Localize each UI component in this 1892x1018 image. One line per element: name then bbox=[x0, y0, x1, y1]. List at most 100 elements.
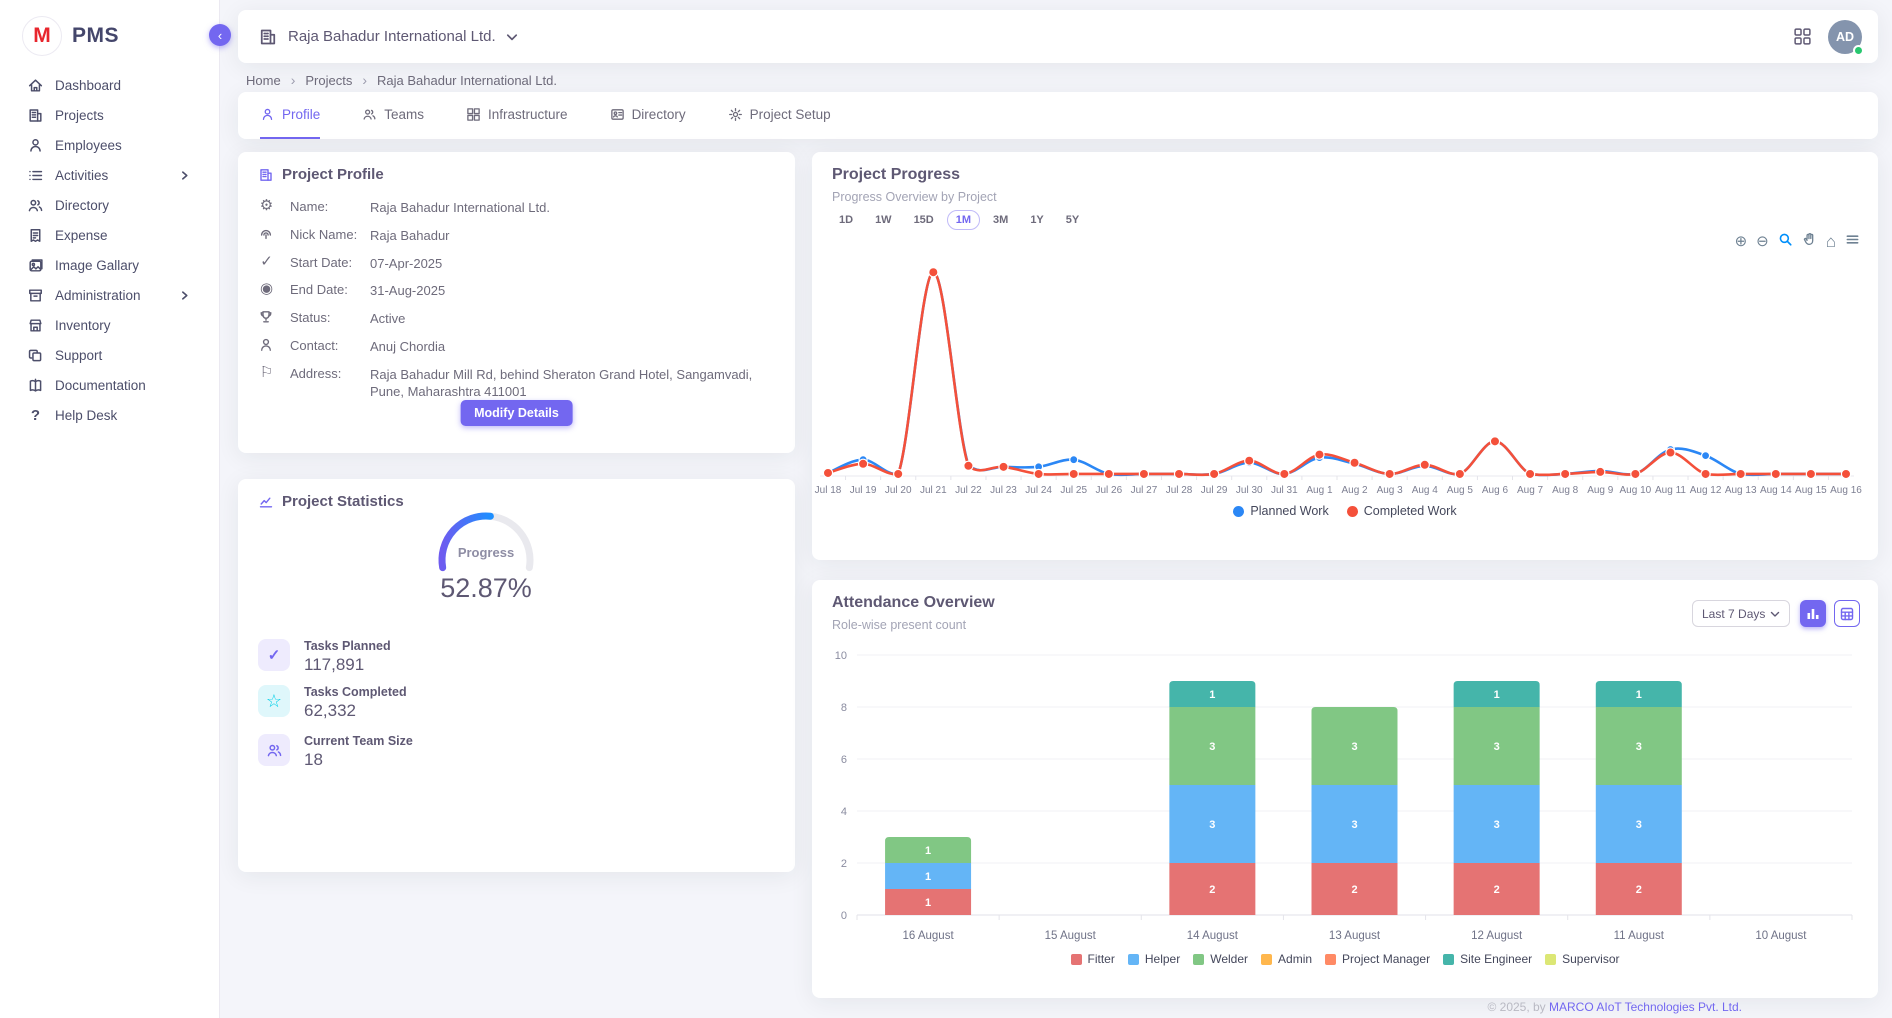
line-marker[interactable] bbox=[1701, 469, 1710, 478]
line-marker[interactable] bbox=[999, 462, 1008, 471]
modify-details-button[interactable]: Modify Details bbox=[460, 400, 573, 426]
legend-item[interactable]: Helper bbox=[1128, 952, 1180, 966]
line-marker[interactable] bbox=[894, 469, 903, 478]
company-selector[interactable]: Raja Bahadur International Ltd. bbox=[258, 27, 518, 47]
line-marker[interactable] bbox=[1210, 469, 1219, 478]
sidebar-item-help-desk[interactable]: ? Help Desk bbox=[0, 400, 219, 430]
tab-directory[interactable]: Directory bbox=[610, 92, 686, 139]
line-marker[interactable] bbox=[1631, 469, 1640, 478]
y-axis-label: 10 bbox=[835, 650, 847, 662]
line-marker[interactable] bbox=[1806, 469, 1815, 478]
line-marker[interactable] bbox=[823, 468, 832, 477]
sidebar-item-documentation[interactable]: Documentation bbox=[0, 370, 219, 400]
sidebar-item-employees[interactable]: Employees bbox=[0, 130, 219, 160]
line-marker[interactable] bbox=[1841, 469, 1850, 478]
line-marker[interactable] bbox=[929, 268, 938, 277]
apps-grid-icon[interactable] bbox=[1793, 27, 1812, 46]
line-marker[interactable] bbox=[1420, 460, 1429, 469]
sidebar-item-dashboard[interactable]: Dashboard bbox=[0, 70, 219, 100]
legend-item[interactable]: Supervisor bbox=[1545, 952, 1619, 966]
zoom-out-icon[interactable]: ⊖ bbox=[1756, 234, 1769, 249]
trophy-icon bbox=[258, 309, 280, 328]
line-marker[interactable] bbox=[1561, 469, 1570, 478]
line-marker[interactable] bbox=[1385, 469, 1394, 478]
line-marker[interactable] bbox=[1139, 469, 1148, 478]
x-axis-label: Jul 18 bbox=[815, 485, 842, 496]
progress-title: Project Progress bbox=[832, 166, 960, 184]
sidebar-item-expense[interactable]: Expense bbox=[0, 220, 219, 250]
line-marker[interactable] bbox=[1280, 469, 1289, 478]
x-axis-label: Jul 20 bbox=[885, 485, 912, 496]
sidebar-collapse-button[interactable]: ‹ bbox=[209, 24, 231, 46]
x-axis-label: 13 August bbox=[1329, 930, 1381, 942]
line-marker[interactable] bbox=[1315, 450, 1324, 459]
attendance-bar-chart: 024681011116 August15 August233114 Augus… bbox=[812, 650, 1878, 950]
pan-icon[interactable] bbox=[1802, 232, 1817, 250]
line-marker[interactable] bbox=[1455, 469, 1464, 478]
range-1d[interactable]: 1D bbox=[830, 210, 862, 230]
line-marker[interactable] bbox=[1490, 437, 1499, 446]
sidebar-item-support[interactable]: Support bbox=[0, 340, 219, 370]
tab-infrastructure[interactable]: Infrastructure bbox=[466, 92, 568, 139]
legend-item[interactable]: Completed Work bbox=[1347, 504, 1457, 518]
sidebar-item-projects[interactable]: Projects bbox=[0, 100, 219, 130]
line-marker[interactable] bbox=[1702, 452, 1710, 460]
line-marker[interactable] bbox=[1666, 448, 1675, 457]
line-marker[interactable] bbox=[1596, 467, 1605, 476]
range-15d[interactable]: 15D bbox=[905, 210, 943, 230]
tab-teams[interactable]: Teams bbox=[362, 92, 424, 139]
home-reset-icon[interactable]: ⌂ bbox=[1826, 233, 1836, 250]
line-marker[interactable] bbox=[1525, 469, 1534, 478]
x-axis-label: 14 August bbox=[1187, 930, 1239, 942]
x-axis-label: Aug 12 bbox=[1690, 485, 1722, 496]
user-avatar[interactable]: AD bbox=[1828, 20, 1862, 54]
range-5y[interactable]: 5Y bbox=[1057, 210, 1088, 230]
zoom-in-icon[interactable]: ⊕ bbox=[1735, 234, 1748, 249]
sidebar-item-administration[interactable]: Administration bbox=[0, 280, 219, 310]
tab-profile[interactable]: Profile bbox=[260, 92, 320, 139]
building-icon bbox=[258, 167, 274, 183]
company-name: Raja Bahadur International Ltd. bbox=[288, 28, 496, 45]
legend-item[interactable]: Project Manager bbox=[1325, 952, 1430, 966]
line-marker[interactable] bbox=[1070, 456, 1078, 464]
image-icon bbox=[27, 257, 44, 274]
footer-company-link[interactable]: MARCO AIoT Technologies Pvt. Ltd. bbox=[1549, 1000, 1742, 1014]
line-marker[interactable] bbox=[1069, 469, 1078, 478]
legend-item[interactable]: Site Engineer bbox=[1443, 952, 1532, 966]
sidebar-item-activities[interactable]: Activities bbox=[0, 160, 219, 190]
sidebar-item-image-gallery[interactable]: Image Gallary bbox=[0, 250, 219, 280]
line-marker[interactable] bbox=[964, 461, 973, 470]
sidebar-item-inventory[interactable]: Inventory bbox=[0, 310, 219, 340]
table-view-toggle[interactable] bbox=[1834, 600, 1860, 627]
selection-zoom-icon[interactable] bbox=[1778, 232, 1793, 250]
range-3m[interactable]: 3M bbox=[984, 210, 1017, 230]
line-marker[interactable] bbox=[859, 459, 868, 468]
chart-view-toggle[interactable] bbox=[1800, 600, 1826, 627]
legend-item[interactable]: Planned Work bbox=[1233, 504, 1328, 518]
legend-item[interactable]: Fitter bbox=[1071, 952, 1115, 966]
line-marker[interactable] bbox=[1245, 456, 1254, 465]
top-header: Raja Bahadur International Ltd. AD bbox=[238, 10, 1878, 63]
range-1w[interactable]: 1W bbox=[866, 210, 901, 230]
menu-icon[interactable] bbox=[1845, 232, 1860, 250]
range-1m[interactable]: 1M bbox=[947, 210, 980, 230]
question-icon: ? bbox=[27, 408, 44, 423]
line-marker[interactable] bbox=[1771, 469, 1780, 478]
legend-item[interactable]: Welder bbox=[1193, 952, 1248, 966]
sidebar-item-directory[interactable]: Directory bbox=[0, 190, 219, 220]
bar-chart-icon bbox=[1806, 607, 1820, 621]
legend-item[interactable]: Admin bbox=[1261, 952, 1312, 966]
date-range-select[interactable]: Last 7 Days bbox=[1692, 600, 1790, 627]
tab-project-setup[interactable]: Project Setup bbox=[728, 92, 831, 139]
line-marker[interactable] bbox=[1034, 469, 1043, 478]
breadcrumb-projects[interactable]: Projects bbox=[305, 73, 352, 88]
line-marker[interactable] bbox=[1174, 469, 1183, 478]
main-content: Raja Bahadur International Ltd. AD Home … bbox=[220, 0, 1892, 1018]
line-marker[interactable] bbox=[1350, 458, 1359, 467]
x-axis-label: Aug 14 bbox=[1760, 485, 1792, 496]
breadcrumb-home[interactable]: Home bbox=[246, 73, 281, 88]
range-1y[interactable]: 1Y bbox=[1021, 210, 1052, 230]
person-icon bbox=[258, 337, 280, 356]
line-marker[interactable] bbox=[1104, 469, 1113, 478]
line-marker[interactable] bbox=[1736, 469, 1745, 478]
